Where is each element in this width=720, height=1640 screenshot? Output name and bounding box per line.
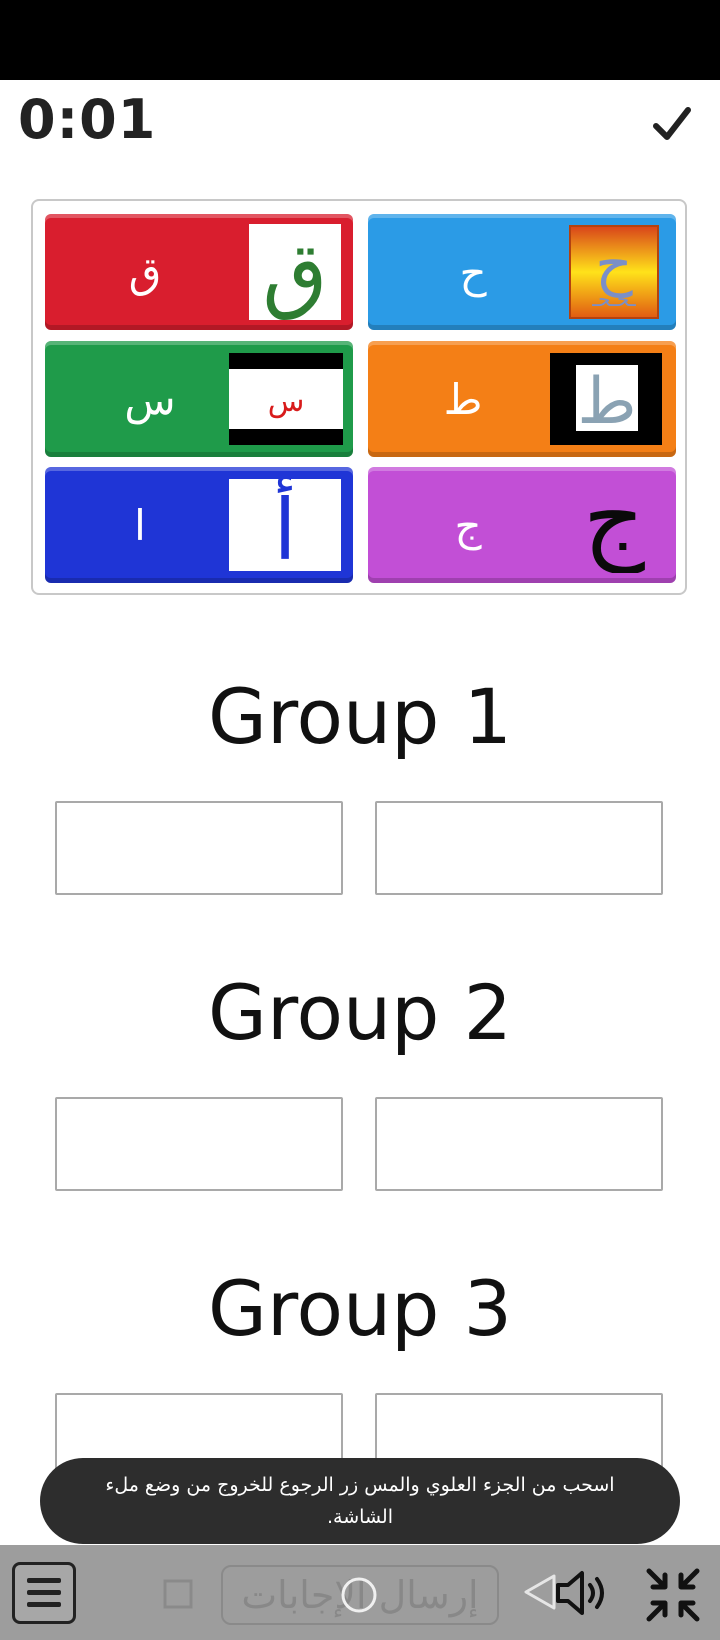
taa-tile-letter: ط <box>577 365 636 439</box>
seen-tile-letter: س <box>268 384 305 419</box>
card-panel: ح ح ـحـحـ ق ق ط ط س س ج ج ا أ <box>31 199 687 595</box>
exit-fullscreen-icon[interactable] <box>645 1567 701 1623</box>
group-title: Group 1 <box>208 672 512 761</box>
card-jeem[interactable]: ج ج <box>368 467 676 583</box>
check-icon[interactable] <box>652 104 692 144</box>
card-label: ا <box>134 500 146 550</box>
taa-tile: ط <box>550 351 662 447</box>
fullscreen-toast: اسحب من الجزء العلوي والمس زر الرجوع للخ… <box>40 1458 680 1544</box>
card-taa[interactable]: ط ط <box>368 341 676 457</box>
card-label: ط <box>443 374 483 424</box>
card-haa[interactable]: ح ح ـحـحـ <box>368 214 676 330</box>
card-label: ح <box>459 247 487 297</box>
seen-tile: س <box>229 351 343 447</box>
back-icon[interactable] <box>522 1572 558 1612</box>
alif-tile-letter: أ <box>273 477 296 573</box>
volume-icon[interactable] <box>554 1569 612 1617</box>
timer: 0:01 <box>18 88 157 151</box>
jeem-tile: ج <box>564 477 664 573</box>
svg-text:ـحـحـ: ـحـحـ <box>591 287 637 311</box>
bottom-bar: إرسال الإجابات <box>0 1545 720 1640</box>
drop-slot[interactable] <box>55 801 343 895</box>
jeem-tile-letter: ج <box>583 477 645 573</box>
card-qaf[interactable]: ق ق <box>45 214 353 330</box>
drop-slot[interactable] <box>375 1097 663 1191</box>
android-home-icon[interactable] <box>339 1575 379 1615</box>
drop-slot[interactable] <box>55 1097 343 1191</box>
card-label: ج <box>454 500 482 550</box>
haa-tile: ح ـحـحـ <box>568 224 660 320</box>
card-label: س <box>124 374 176 424</box>
card-alif[interactable]: ا أ <box>45 467 353 583</box>
status-bar <box>0 0 720 80</box>
card-seen[interactable]: س س <box>45 341 353 457</box>
card-label: ق <box>128 247 162 297</box>
group-title: Group 3 <box>208 1264 512 1353</box>
stop-icon[interactable] <box>162 1578 194 1610</box>
drop-slot[interactable] <box>375 801 663 895</box>
qaf-tile: ق <box>249 224 341 320</box>
group-title: Group 2 <box>208 968 512 1057</box>
qaf-tile-letter: ق <box>262 224 327 320</box>
menu-button[interactable] <box>12 1562 76 1624</box>
alif-tile: أ <box>229 477 341 573</box>
